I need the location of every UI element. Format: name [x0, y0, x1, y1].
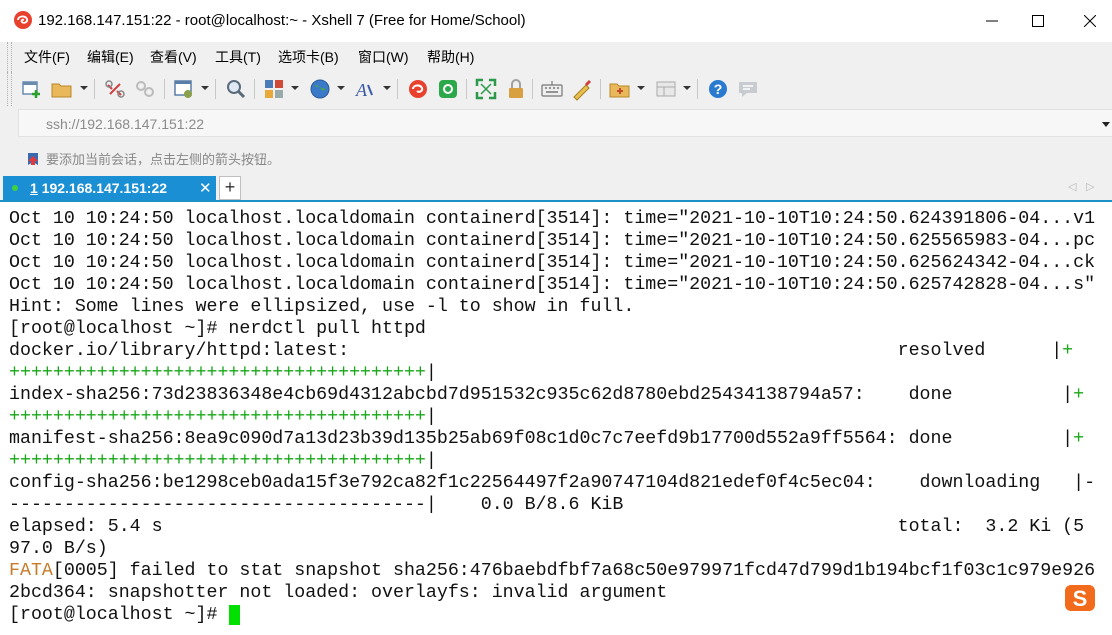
- title-bar: 192.168.147.151:22 - root@localhost:~ - …: [0, 0, 1112, 42]
- xshell-icon[interactable]: [406, 77, 430, 101]
- ime-icon[interactable]: S: [1063, 583, 1099, 613]
- terminal-line: docker.io/library/httpd:latest: resolved…: [9, 341, 1074, 361]
- terminal-line: Hint: Some lines were ellipsized, use -l…: [9, 297, 635, 317]
- help-icon[interactable]: ?: [706, 77, 730, 101]
- maximize-icon: [1032, 15, 1044, 27]
- address-dropdown-arrow[interactable]: [1102, 122, 1110, 127]
- tab-label: 1 192.168.147.151:22: [30, 180, 168, 196]
- new-folder-dropdown-arrow[interactable]: [637, 86, 645, 90]
- terminal-line: 2bcd364: snapshotter not loaded: overlay…: [9, 583, 668, 603]
- terminal-line: Oct 10 10:24:50 localhost.localdomain co…: [9, 209, 1096, 229]
- menu-view[interactable]: 查看(V): [150, 47, 197, 67]
- session-hint-text: 要添加当前会话，点击左侧的箭头按钮。: [46, 152, 281, 167]
- terminal-output[interactable]: Oct 10 10:24:50 localhost.localdomain co…: [0, 202, 1112, 635]
- toolbar-separator: [164, 79, 165, 99]
- close-icon: [1084, 15, 1096, 27]
- svg-text:A: A: [355, 80, 368, 100]
- address-input[interactable]: ssh://192.168.147.151:22: [18, 109, 1112, 137]
- menu-edit[interactable]: 编辑(E): [87, 47, 134, 67]
- layout-dropdown-arrow[interactable]: [291, 86, 299, 90]
- layout-grid-icon[interactable]: [654, 77, 678, 101]
- menu-help[interactable]: 帮助(H): [427, 47, 474, 67]
- tab-strip: 1 192.168.147.151:22 ✕ + ◁ ▷: [0, 175, 1112, 202]
- globe-dropdown-arrow[interactable]: [337, 86, 345, 90]
- disconnect-icon[interactable]: [103, 77, 127, 101]
- menu-bar: 文件(F) 编辑(E) 查看(V) 工具(T) 选项卡(B) 窗口(W) 帮助(…: [0, 42, 1112, 72]
- terminal-line: --------------------------------------| …: [9, 495, 624, 515]
- svg-text:S: S: [1073, 586, 1088, 611]
- terminal-line: Oct 10 10:24:50 localhost.localdomain co…: [9, 253, 1096, 273]
- terminal-line: Oct 10 10:24:50 localhost.localdomain co…: [9, 231, 1096, 251]
- menu-file[interactable]: 文件(F): [24, 47, 70, 67]
- menubar-grip: [7, 42, 12, 72]
- terminal-line: config-sha256:be1298ceb0ada15f3e792ca82f…: [9, 473, 1096, 493]
- new-folder-icon[interactable]: [608, 77, 632, 101]
- fullscreen-icon[interactable]: [474, 77, 498, 101]
- terminal-line: elapsed: 5.4 s total: 3.2 Ki (5: [9, 517, 1085, 537]
- toolbar-separator: [697, 79, 698, 99]
- terminal-line: manifest-sha256:8ea9c090d7a13d23b39d135b…: [9, 429, 1085, 449]
- layout-icon[interactable]: [262, 77, 286, 101]
- minimize-icon: [986, 20, 998, 22]
- layout-grid-dropdown-arrow[interactable]: [683, 86, 691, 90]
- terminal-line: Oct 10 10:24:50 localhost.localdomain co…: [9, 275, 1096, 295]
- toolbar-separator: [600, 79, 601, 99]
- prompt-line: [root@localhost ~]#: [9, 605, 229, 625]
- progress-bar-line: ++++++++++++++++++++++++++++++++++++++|: [9, 407, 437, 427]
- tab-session-1[interactable]: 1 192.168.147.151:22 ✕: [3, 176, 216, 200]
- script-icon[interactable]: [570, 77, 594, 101]
- globe-icon[interactable]: [308, 77, 332, 101]
- add-tab-button[interactable]: +: [219, 176, 241, 200]
- find-icon[interactable]: [224, 77, 248, 101]
- terminal-cursor: [229, 605, 240, 625]
- toolbar-separator: [254, 79, 255, 99]
- error-line: FATA[0005] failed to stat snapshot sha25…: [9, 561, 1096, 581]
- address-bar: ssh://192.168.147.151:22: [0, 106, 1112, 141]
- reconnect-icon[interactable]: [133, 77, 157, 101]
- window-title: 192.168.147.151:22 - root@localhost:~ - …: [38, 12, 526, 29]
- properties-icon[interactable]: [172, 77, 196, 101]
- chat-icon[interactable]: [736, 77, 760, 101]
- progress-bar-line: ++++++++++++++++++++++++++++++++++++++|: [9, 363, 437, 383]
- terminal-line: index-sha256:73d23836348e4cb69d4312abcbd…: [9, 385, 1085, 405]
- svg-text:?: ?: [714, 81, 723, 97]
- lock-icon[interactable]: [504, 77, 528, 101]
- connected-status-icon: [12, 185, 18, 191]
- xftp-icon[interactable]: [436, 77, 460, 101]
- minimize-button[interactable]: [970, 6, 1014, 36]
- terminal-line: [root@localhost ~]# nerdctl pull httpd: [9, 319, 426, 339]
- bookmark-arrow-icon[interactable]: [25, 151, 41, 167]
- toolbar: A ?: [0, 72, 1112, 106]
- toolbar-separator: [532, 79, 533, 99]
- open-dropdown-arrow[interactable]: [80, 86, 88, 90]
- xshell-app-icon: [14, 11, 32, 29]
- address-value: ssh://192.168.147.151:22: [46, 116, 205, 132]
- open-folder-icon[interactable]: [50, 77, 74, 101]
- progress-bar-line: ++++++++++++++++++++++++++++++++++++++|: [9, 451, 437, 471]
- menu-tools[interactable]: 工具(T): [215, 47, 261, 67]
- toolbar-grip: [7, 72, 12, 106]
- toolbar-separator: [397, 79, 398, 99]
- terminal-line: 97.0 B/s): [9, 539, 108, 559]
- tab-prev-icon[interactable]: ◁: [1068, 180, 1076, 193]
- toolbar-separator: [215, 79, 216, 99]
- session-hint-bar: 要添加当前会话，点击左侧的箭头按钮。: [0, 141, 1112, 175]
- new-session-icon[interactable]: [20, 77, 44, 101]
- menu-tabs[interactable]: 选项卡(B): [278, 47, 339, 67]
- font-icon[interactable]: A: [354, 77, 378, 101]
- tab-next-icon[interactable]: ▷: [1086, 180, 1094, 193]
- properties-dropdown-arrow[interactable]: [201, 86, 209, 90]
- close-window-button[interactable]: [1068, 6, 1112, 36]
- toolbar-separator: [94, 79, 95, 99]
- font-dropdown-arrow[interactable]: [383, 86, 391, 90]
- menu-window[interactable]: 窗口(W): [358, 47, 409, 67]
- tab-close-icon[interactable]: ✕: [199, 179, 212, 197]
- maximize-button[interactable]: [1016, 6, 1060, 36]
- keyboard-icon[interactable]: [540, 77, 564, 101]
- toolbar-separator: [466, 79, 467, 99]
